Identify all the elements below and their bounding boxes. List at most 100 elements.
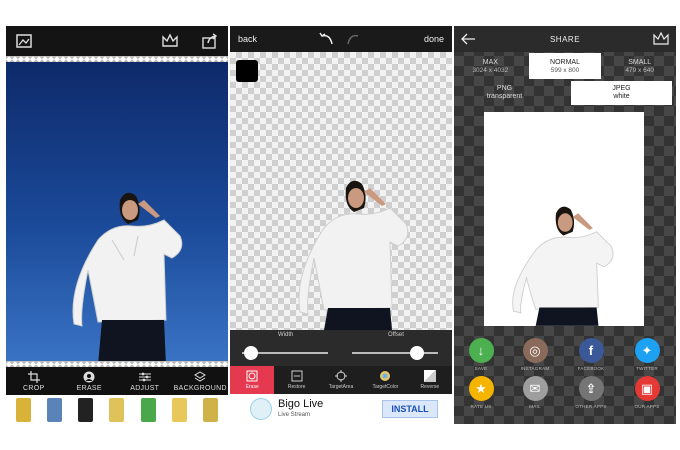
other-apps-button[interactable]: ⇪ OTHER APPS <box>566 376 616 409</box>
product-ad-banner[interactable] <box>6 395 228 424</box>
crop-tool-label: CROP <box>23 384 45 392</box>
editor-screen: CROP ERASE ADJUST BACKGROUND <box>6 26 228 424</box>
crown-icon[interactable] <box>652 30 670 46</box>
eraser-screen: back done Width Offset Erase Restore Tar… <box>230 26 452 424</box>
erase-tool-label: ERASE <box>76 384 102 392</box>
background-tool[interactable]: BACKGROUND <box>173 367 229 395</box>
share-label: OTHER APPS <box>575 404 607 409</box>
ad-product <box>109 397 125 422</box>
done-button[interactable]: done <box>424 34 444 44</box>
size-normal-option[interactable]: NORMAL 599 x 800 <box>528 53 602 79</box>
size-options: MAX 3024 x 4032 NORMAL 599 x 800 SMALL 4… <box>454 52 676 80</box>
erase-icon <box>83 371 95 382</box>
bigo-live-logo <box>250 398 272 420</box>
format-detail: white <box>613 93 630 100</box>
share-targets: ↓ SAVE ◎ INSTAGRAM f FACEBOOK ✦ TWITTER … <box>454 336 676 424</box>
share-top-bar: SHARE <box>454 26 676 52</box>
adjust-icon <box>138 372 151 381</box>
format-name: JPEG <box>612 85 631 92</box>
crown-icon[interactable] <box>160 31 180 51</box>
restore-tool-label: Restore <box>287 384 306 390</box>
install-button[interactable]: INSTALL <box>382 400 438 418</box>
brush-sliders: Width Offset <box>230 330 452 366</box>
ad-product <box>171 397 187 422</box>
share-label: RATE US <box>470 404 492 409</box>
ad-product <box>202 397 218 422</box>
size-dimensions: 599 x 800 <box>550 66 580 74</box>
color-icon <box>380 371 391 381</box>
color-swatch[interactable] <box>236 60 258 82</box>
adjust-tool-label: ADJUST <box>130 384 160 392</box>
erase-tool[interactable]: Erase <box>230 366 275 394</box>
background-tool-label: BACKGROUND <box>173 384 227 392</box>
width-slider-handle[interactable] <box>243 346 258 360</box>
share-label: MAIL <box>529 404 541 409</box>
offset-slider-track[interactable] <box>352 352 438 354</box>
restore-tool[interactable]: Restore <box>274 366 318 394</box>
instagram-button[interactable]: ◎ INSTAGRAM <box>510 338 560 371</box>
offset-slider-handle[interactable] <box>409 346 424 360</box>
star-icon: ★ <box>468 376 494 401</box>
share-label: SAVE <box>474 366 488 371</box>
save-button[interactable]: ↓ SAVE <box>456 338 506 371</box>
photo-canvas[interactable] <box>6 62 228 361</box>
size-dimensions: 3024 x 4032 <box>472 66 509 74</box>
rate-us-button[interactable]: ★ RATE US <box>456 376 506 409</box>
share-label: INSTAGRAM <box>520 366 550 371</box>
share-label: OUR APPS <box>634 404 660 409</box>
instagram-icon: ◎ <box>522 338 548 363</box>
facebook-button[interactable]: f FACEBOOK <box>566 338 616 371</box>
ad-product <box>78 397 94 422</box>
format-png-option[interactable]: PNG transparent <box>454 80 555 106</box>
transparent-canvas[interactable] <box>230 52 452 330</box>
twitter-button[interactable]: ✦ TWITTER <box>622 338 672 371</box>
back-button[interactable]: back <box>238 34 257 44</box>
ad-product <box>140 397 156 422</box>
mail-icon: ✉ <box>522 376 548 401</box>
format-jpeg-option[interactable]: JPEG white <box>571 81 672 105</box>
size-label: MAX <box>482 58 498 66</box>
target-color-tool-label: TargetColor <box>372 384 399 390</box>
export-preview <box>484 112 644 326</box>
app-install-ad[interactable]: Bigo Live Live Stream INSTALL <box>230 394 452 424</box>
eraser-toolbar: Erase Restore TargetArea TargetColor Rev… <box>230 366 452 394</box>
target-area-tool-label: TargetArea <box>328 384 354 390</box>
share-title: SHARE <box>549 35 581 44</box>
size-small-option[interactable]: SMALL 479 x 640 <box>603 52 676 80</box>
size-label: SMALL <box>628 58 652 66</box>
adjust-tool[interactable]: ADJUST <box>117 367 173 395</box>
twitter-icon: ✦ <box>634 338 660 363</box>
crop-icon <box>27 370 40 383</box>
offset-label: Offset <box>388 332 404 338</box>
ad-subtitle: Live Stream <box>278 412 311 418</box>
share-screen: SHARE MAX 3024 x 4032 NORMAL 599 x 800 S… <box>454 26 676 424</box>
erase-tool[interactable]: ERASE <box>62 367 118 395</box>
size-dimensions: 479 x 640 <box>625 66 654 74</box>
share-icon: ⇪ <box>578 376 604 401</box>
facebook-icon: f <box>578 338 604 363</box>
reverse-tool-label: Reverse <box>420 384 440 390</box>
crop-tool[interactable]: CROP <box>6 367 62 395</box>
ad-product <box>47 397 63 422</box>
target-color-tool[interactable]: TargetColor <box>363 366 407 394</box>
eraser-top-bar: back done <box>230 26 452 52</box>
redo-icon[interactable] <box>344 30 362 48</box>
our-apps-button[interactable]: ▣ OUR APPS <box>622 376 672 409</box>
reverse-icon <box>423 370 436 382</box>
size-max-option[interactable]: MAX 3024 x 4032 <box>454 52 527 80</box>
share-label: TWITTER <box>636 366 658 371</box>
person-preview <box>512 206 614 326</box>
undo-icon[interactable] <box>318 30 336 48</box>
editor-toolbar: CROP ERASE ADJUST BACKGROUND <box>6 367 228 395</box>
format-name: PNG <box>496 85 513 92</box>
mail-button[interactable]: ✉ MAIL <box>510 376 560 409</box>
ad-title: Bigo Live <box>278 398 324 410</box>
reverse-tool[interactable]: Reverse <box>408 366 452 394</box>
download-icon: ↓ <box>468 338 494 363</box>
target-area-tool[interactable]: TargetArea <box>319 366 363 394</box>
gallery-icon[interactable] <box>14 31 34 51</box>
ad-product <box>16 397 32 422</box>
person-photo <box>72 192 183 361</box>
export-icon[interactable] <box>200 31 220 51</box>
share-label: FACEBOOK <box>577 366 605 371</box>
